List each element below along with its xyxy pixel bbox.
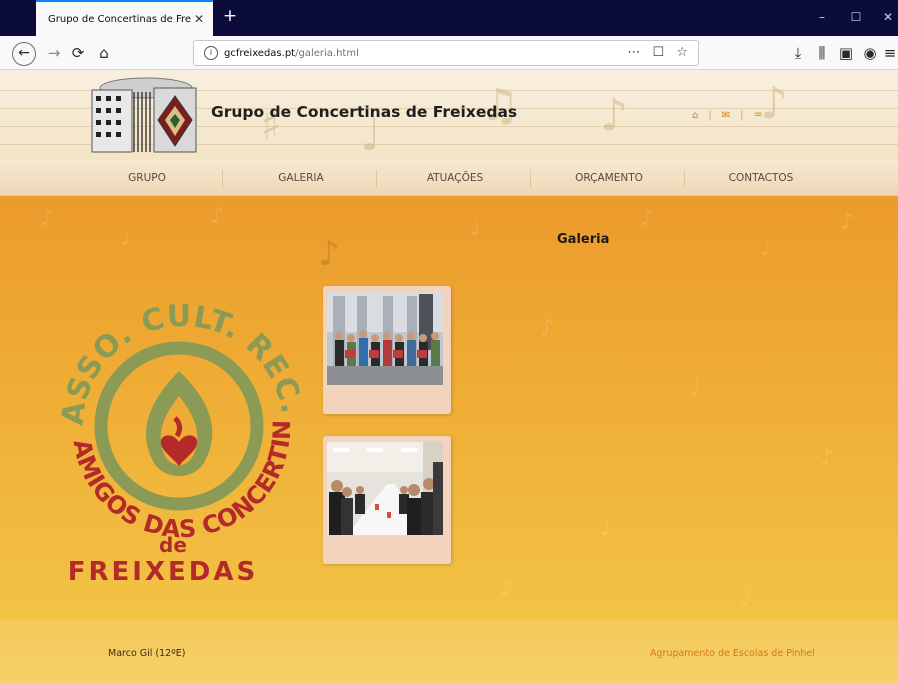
site-header: ♯ ♩ ♫ ♪ ♪ Grupo de Concertinas de Freixe… [0,70,898,161]
close-window-icon[interactable]: ✕ [878,10,898,24]
clef-decoration: ♪ [40,206,55,231]
group-photo-outdoors[interactable] [327,292,443,385]
group-dinner-photo[interactable] [327,442,443,535]
nav-item-galeria[interactable]: GALERIA [226,160,376,196]
maximize-icon[interactable]: ☐ [846,10,866,24]
music-note-decoration: ♪ [600,90,629,141]
sidebar-icon[interactable]: ▣ [836,43,856,63]
nav-divider [530,170,531,188]
separator: | [708,110,712,121]
accordion-logo [91,77,197,153]
logo-de-text: de [159,533,187,557]
new-tab-button[interactable]: + [220,6,240,26]
clef-decoration: ♩ [740,586,751,611]
nav-divider [376,170,377,188]
clef-decoration: ♩ [470,216,481,241]
download-icon[interactable]: ⤓ [788,43,808,63]
nav-divider [684,170,685,188]
back-icon[interactable]: ← [12,42,36,66]
logo-place-text: FREIXEDAS [68,557,258,587]
site-footer: Marco Gil (12ºE) Agrupamento de Escolas … [0,620,898,684]
clef-decoration: ♪ [210,204,225,229]
page-actions-icon[interactable]: ⋯ ☐ ☆ [627,45,692,60]
separator: | [740,110,744,121]
account-icon[interactable]: ◉ [860,43,880,63]
footer-author: Marco Gil (12ºE) [108,648,186,659]
music-note-icon: ♪ [318,234,340,274]
association-logo: ASSO. CULT. REC. DESP. AMIGOS DAS CONCER… [55,276,305,587]
page-title: Galeria [557,232,610,247]
tab-close-icon[interactable]: ✕ [191,12,207,26]
menu-icon[interactable]: ≡ [880,43,898,63]
nav-item-orcamento[interactable]: ORÇAMENTO [534,160,684,196]
quick-links: ⌂ | ✉ | ♒ [692,110,762,121]
clef-decoration: ♪ [640,206,655,231]
url-path: /galeria.html [295,47,359,59]
browser-navbar: ← → ⟳ ⌂ i gcfreixedas.pt/galeria.html ⋯ … [0,36,898,70]
tab-title: Grupo de Concertinas de Freixedas [48,13,191,25]
nav-item-contactos[interactable]: CONTACTOS [686,160,836,196]
site-info-icon[interactable]: i [204,46,218,60]
clef-decoration: ♩ [690,376,701,401]
library-icon[interactable]: ⫼ [812,43,832,63]
sitemap-link-icon[interactable]: ♒ [754,110,763,121]
footer-school-link[interactable]: Agrupamento de Escolas de Pinhel [650,648,815,659]
clef-decoration: ♪ [500,576,515,601]
nav-item-grupo[interactable]: GRUPO [72,160,222,196]
music-note-decoration: ♪ [760,78,789,129]
gallery-thumbnail[interactable] [323,436,451,564]
gallery-content: ♪ ♩ ♪ ♩ ♪ ♩ ♪ ♪ ♩ ♪ ♩ ♪ ♩ ASSO. CULT. RE… [0,196,898,620]
mail-link-icon[interactable]: ✉ [722,110,730,121]
browser-tabstrip: Grupo de Concertinas de Freixedas ✕ + – … [0,0,898,36]
home-link-icon[interactable]: ⌂ [692,110,698,121]
minimize-icon[interactable]: – [812,10,832,24]
clef-decoration: ♪ [540,316,555,341]
browser-tab-active[interactable]: Grupo de Concertinas de Freixedas ✕ [36,0,213,36]
web-page: ♯ ♩ ♫ ♪ ♪ Grupo de Concertinas de Freixe… [0,70,898,684]
url-host: gcfreixedas.pt [224,47,296,59]
clef-decoration: ♪ [840,210,855,235]
forward-icon[interactable]: → [44,43,64,63]
url-bar[interactable]: i gcfreixedas.pt/galeria.html ⋯ ☐ ☆ [193,40,699,66]
clef-decoration: ♩ [600,516,611,541]
main-nav: GRUPO GALERIA ATUAÇÕES ORÇAMENTO CONTACT… [0,160,898,196]
nav-divider [222,170,223,188]
clef-decoration: ♪ [820,446,835,471]
clef-decoration: ♩ [120,226,131,251]
clef-decoration: ♩ [760,236,771,261]
nav-item-atuacoes[interactable]: ATUAÇÕES [380,160,530,196]
home-icon[interactable]: ⌂ [94,43,114,63]
site-title[interactable]: Grupo de Concertinas de Freixedas [211,103,517,121]
reload-icon[interactable]: ⟳ [68,43,88,63]
gallery-thumbnail[interactable] [323,286,451,414]
